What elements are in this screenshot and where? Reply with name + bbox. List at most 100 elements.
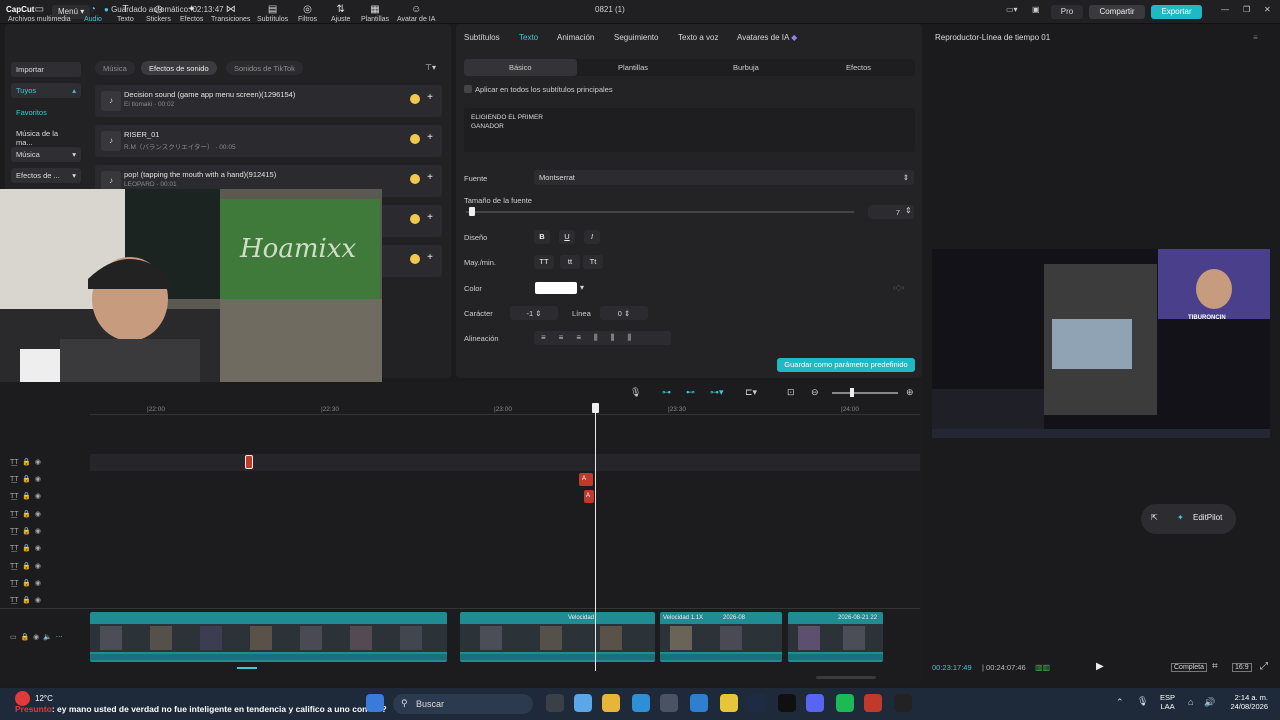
add-icon[interactable]: + [424, 252, 436, 264]
add-icon[interactable]: + [424, 172, 436, 184]
subtab-templates[interactable]: Plantillas [618, 63, 648, 72]
bold-button[interactable]: B [534, 230, 550, 244]
star-icon[interactable] [410, 134, 420, 144]
menu-icon[interactable]: ≡ [1253, 33, 1258, 42]
add-icon[interactable]: + [424, 92, 436, 104]
volume-icon[interactable]: 🔊 [1204, 697, 1215, 708]
clock[interactable]: 2:14 a. m. 24/08/2026 [1222, 693, 1268, 711]
lowercase-button[interactable]: tt [560, 255, 580, 269]
steam-icon[interactable] [748, 694, 766, 712]
windows-start-icon[interactable] [366, 694, 384, 712]
playhead-handle[interactable] [592, 403, 599, 413]
star-icon[interactable] [410, 254, 420, 264]
video-clip-group[interactable]: Velocidad 1.1X 2026-08 [660, 612, 782, 662]
keyframe-icon[interactable]: ‹◇› [893, 283, 904, 292]
full-quality-button[interactable]: Completa [1171, 663, 1207, 672]
search-box[interactable]: ⚲ Buscar [393, 694, 533, 714]
chevron-down-icon[interactable]: ▾ [580, 283, 584, 292]
zoom-in-icon[interactable]: ⊕ [906, 387, 914, 398]
tool-adjust[interactable]: ⇅ Ajuste [331, 4, 350, 23]
filter-icon[interactable]: ⊤▾ [425, 63, 436, 72]
capcut-active-icon[interactable] [894, 694, 912, 712]
caption-icon[interactable]: ⊡ [787, 387, 795, 398]
tab-animation[interactable]: Animación [557, 33, 594, 42]
sidebar-item-brand-music[interactable]: Música de la ma... [11, 126, 81, 147]
tool-effects[interactable]: ✦ Efectos [180, 4, 203, 23]
language-indicator[interactable]: ESP LAA [1160, 693, 1175, 711]
video-preview[interactable]: TIBURONCIN [932, 249, 1270, 438]
outlook-icon[interactable] [690, 694, 708, 712]
playhead[interactable] [595, 403, 596, 671]
apply-all-checkbox[interactable] [464, 85, 472, 93]
fit-screen-icon[interactable]: ⌗ [1212, 661, 1218, 672]
line-spacing-input[interactable]: 0 ⇕ [600, 306, 648, 320]
uppercase-button[interactable]: TT [534, 255, 554, 269]
file-explorer-icon[interactable] [602, 694, 620, 712]
stepper-icon[interactable]: ⇕ [905, 206, 912, 215]
microphone-icon[interactable]: 🎙 [630, 387, 641, 398]
chip-tiktok-sounds[interactable]: Sonidos de TikTok [226, 61, 303, 75]
tab-ai-avatars[interactable]: Avatares de IA ◆ [737, 33, 797, 42]
link-icon[interactable]: ⊶ [662, 387, 671, 398]
save-default-button[interactable]: Guardar como parámetro predefinido [777, 358, 915, 372]
play-icon[interactable]: ▶ [1096, 661, 1104, 672]
alignment-group[interactable]: ≡≡≡⫼⫼⫼ [534, 331, 671, 345]
font-size-slider-handle[interactable] [468, 207, 475, 216]
zoom-slider-handle[interactable] [850, 388, 854, 397]
track-controls[interactable]: T͟T 🔒 ◉ [10, 475, 41, 483]
tab-tts[interactable]: Texto a voz [678, 33, 718, 42]
copilot-icon[interactable] [574, 694, 592, 712]
chrome-icon[interactable] [720, 694, 738, 712]
chevron-up-icon[interactable]: ⌃ [1116, 697, 1124, 708]
track-controls[interactable]: T͟T 🔒 ◉ [10, 527, 41, 535]
main-track-controls[interactable]: ▭ 🔒 ◉ 🔈 ⋯ [10, 633, 63, 641]
tool-templates[interactable]: ▦ Plantillas [361, 4, 389, 23]
titlecase-button[interactable]: Tt [583, 255, 603, 269]
split-icon[interactable]: ⊏▾ [745, 387, 757, 398]
tool-stickers[interactable]: ◷ Stickers [146, 4, 171, 23]
font-size-slider[interactable] [466, 211, 854, 213]
text-clip[interactable] [245, 455, 253, 469]
tool-ai-avatar[interactable]: ☺ Avatar de IA [397, 4, 435, 23]
spotify-icon[interactable] [836, 694, 854, 712]
tab-tracking[interactable]: Seguimiento [614, 33, 658, 42]
list-item[interactable]: ♪ Decision sound (game app menu screen)(… [95, 85, 442, 117]
tool-transitions[interactable]: ⋈ Transiciones [211, 4, 250, 23]
add-icon[interactable]: + [424, 212, 436, 224]
layout-icon[interactable]: ▭▾ [1006, 5, 1018, 14]
font-select[interactable]: Montserrat ⇕ [534, 170, 914, 185]
maximize-icon[interactable]: ❐ [1243, 5, 1250, 14]
subtab-basic[interactable]: Básico [509, 63, 532, 72]
track-controls[interactable]: T͟T 🔒 ◉ [10, 579, 41, 587]
star-icon[interactable] [410, 174, 420, 184]
text-content-field[interactable]: ELIGIENDO EL PRIMER GANADOR [464, 108, 915, 152]
tool-text[interactable]: T Texto [117, 4, 134, 23]
tab-subtitles[interactable]: Subtítulos [464, 33, 500, 42]
list-item[interactable]: ♪ RISER_01 R.M（バランスクリエイター） · 00:05 + [95, 125, 442, 157]
store-icon[interactable] [660, 694, 678, 712]
track-controls[interactable]: T͟T 🔒 ◉ [10, 596, 41, 604]
app-icon[interactable] [864, 694, 882, 712]
minimize-icon[interactable]: — [1221, 5, 1229, 14]
sidebar-item-import[interactable]: Importar [11, 62, 81, 77]
sidebar-item-effects[interactable]: Efectos de ... ▾ [11, 168, 81, 183]
tool-subtitles[interactable]: ▤ Subtítulos [257, 4, 288, 23]
edge-icon[interactable] [632, 694, 650, 712]
task-view-icon[interactable] [546, 694, 564, 712]
add-icon[interactable]: + [424, 132, 436, 144]
ratio-button[interactable]: 16:9 [1232, 663, 1252, 672]
microphone-tray-icon[interactable]: 🎙 [1137, 696, 1148, 707]
snap-icon[interactable]: ⊷ [686, 387, 695, 398]
discord-icon[interactable] [806, 694, 824, 712]
network-icon[interactable]: ⌂ [1188, 697, 1193, 707]
italic-button[interactable]: I [584, 230, 600, 244]
chip-music[interactable]: Música [95, 61, 135, 75]
timeline-scrollbar[interactable] [816, 676, 876, 679]
video-clip-group[interactable]: Velocidad [460, 612, 655, 662]
track-controls[interactable]: T͟T 🔒 ◉ [10, 458, 41, 466]
sidebar-item-yours[interactable]: Tuyos ▴ [11, 83, 81, 98]
underline-button[interactable]: U [559, 230, 575, 244]
editpilot-button[interactable]: ⇱ ✦ EditPilot [1141, 504, 1236, 534]
preview-axis-icon[interactable]: ⊶▾ [710, 387, 724, 398]
share-button[interactable]: Compartir [1089, 5, 1145, 19]
